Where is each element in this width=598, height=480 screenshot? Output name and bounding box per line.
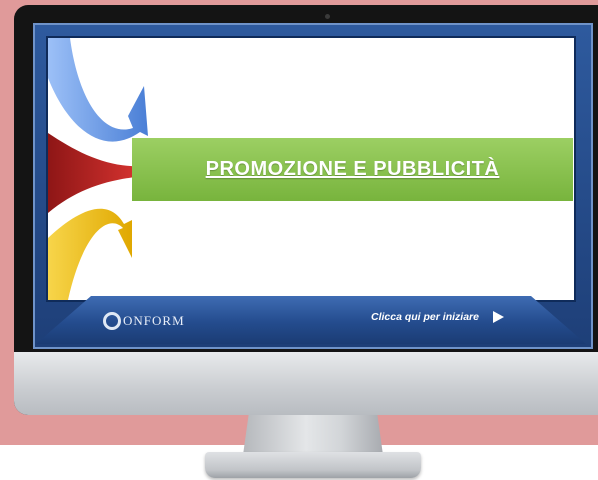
monitor-chin <box>14 352 598 415</box>
logo-text: ONFORM <box>123 313 185 328</box>
conform-logo: ONFORM <box>103 311 185 331</box>
camera-icon <box>325 14 330 19</box>
monitor-stand-base <box>205 452 421 478</box>
play-icon <box>492 311 504 323</box>
start-course-label: Clicca qui per iniziare <box>371 311 479 323</box>
yellow-arrow-icon <box>48 208 132 300</box>
slide-content: PROMOZIONE E PUBBLICITÀ <box>48 38 574 300</box>
blue-arrow-icon <box>48 38 148 142</box>
logo-ring-icon <box>103 312 121 330</box>
monitor-stand-neck <box>243 415 383 455</box>
slide-title: PROMOZIONE E PUBBLICITÀ <box>205 158 500 180</box>
title-banner: PROMOZIONE E PUBBLICITÀ <box>132 138 573 201</box>
start-course-button[interactable]: Clicca qui per iniziare <box>371 311 504 323</box>
